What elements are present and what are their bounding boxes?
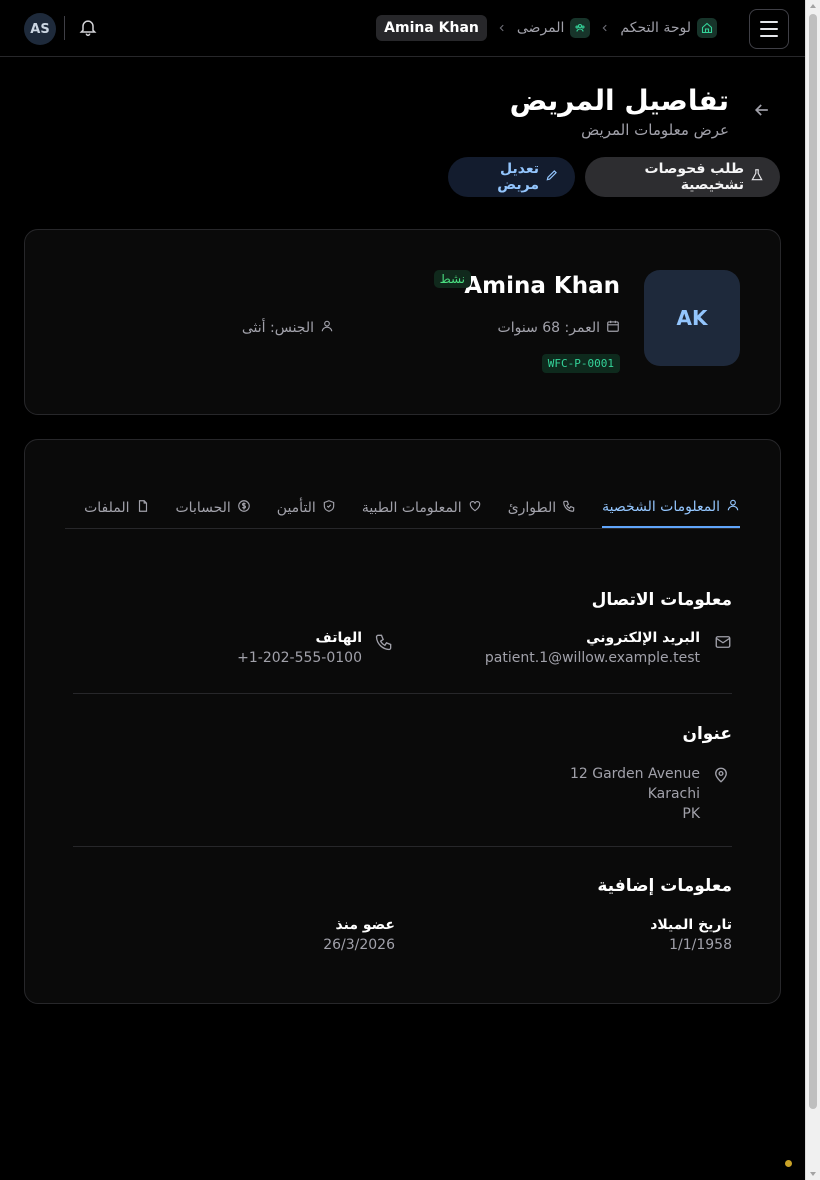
email-value[interactable]: patient.1@willow.example.test [485, 650, 700, 666]
phone-value[interactable]: +1-202-555-0100 [237, 650, 362, 666]
tab-files[interactable]: الملفات [84, 488, 149, 528]
patients-icon [570, 18, 591, 38]
member-since-field: عضو منذ 26/3/2026 [323, 917, 395, 953]
patient-avatar: AK [644, 270, 740, 366]
menu-button[interactable] [749, 9, 789, 49]
patient-id-badge: WFC-P-0001 [541, 354, 620, 373]
shield-check-icon [322, 499, 336, 517]
pencil-icon [545, 168, 559, 186]
email-field: البريد الإلكتروني patient.1@willow.examp… [485, 630, 700, 666]
address-line1: 12 Garden Avenue [569, 766, 700, 782]
chevron-left-icon [600, 23, 610, 33]
patient-gender-text: الجنس: أنثى [241, 320, 314, 336]
breadcrumb-dashboard-label: لوحة التحكم [620, 20, 691, 36]
breadcrumb: لوحة التحكم المرضى Amina Khan [376, 15, 717, 41]
address-country: PK [682, 806, 700, 822]
patient-details-card: المعلومات الشخصية الطوارئ المعلومات الطب… [24, 439, 781, 1004]
dob-value: 1/1/1958 [669, 937, 732, 953]
phone-icon [374, 632, 394, 656]
tab-insurance[interactable]: التأمين [277, 488, 336, 528]
phone-label: الهاتف [315, 630, 362, 646]
mail-icon [714, 633, 732, 655]
file-icon [136, 499, 150, 517]
address-section-title: عنوان [682, 724, 732, 744]
tab-label: الملفات [84, 500, 130, 516]
dob-label: تاريخ الميلاد [650, 917, 732, 933]
tab-accounts[interactable]: الحسابات [176, 488, 251, 528]
chevron-left-icon [497, 23, 507, 33]
patient-name: Amina Khan [464, 273, 620, 299]
tab-label: المعلومات الشخصية [602, 499, 720, 515]
top-bar: لوحة التحكم المرضى Amina Khan AS [0, 0, 805, 57]
scroll-down-icon[interactable] [810, 1172, 816, 1176]
page-subtitle: عرض معلومات المريض [581, 121, 729, 139]
home-icon [697, 18, 717, 38]
map-pin-icon [712, 766, 730, 788]
scrollbar[interactable] [805, 0, 820, 1180]
breadcrumb-current: Amina Khan [376, 15, 487, 41]
email-label: البريد الإلكتروني [586, 630, 700, 646]
patient-gender: الجنس: أنثى [242, 319, 334, 337]
additional-section-title: معلومات إضافية [597, 876, 732, 896]
tab-personal-info[interactable]: المعلومات الشخصية [602, 488, 740, 528]
breadcrumb-patients-label: المرضى [516, 20, 565, 36]
dollar-icon [237, 499, 251, 517]
divider [64, 16, 65, 40]
divider [73, 693, 732, 694]
tab-medical-info[interactable]: المعلومات الطبية [362, 488, 482, 528]
scroll-up-icon[interactable] [810, 4, 816, 8]
tab-label: الحسابات [175, 500, 231, 516]
user-icon [320, 319, 334, 337]
user-avatar[interactable]: AS [24, 13, 56, 45]
member-since-value: 26/3/2026 [323, 937, 395, 953]
request-tests-label: طلب فحوصات تشخيصية [644, 161, 744, 193]
address-city: Karachi [647, 786, 700, 802]
contact-section-title: معلومات الاتصال [591, 590, 732, 610]
flask-icon [750, 168, 764, 186]
bell-icon[interactable] [78, 17, 98, 41]
request-tests-button[interactable]: طلب فحوصات تشخيصية [585, 157, 780, 197]
tab-label: التأمين [276, 500, 316, 516]
tab-label: المعلومات الطبية [361, 500, 462, 516]
user-icon [726, 498, 740, 516]
phone-field: الهاتف +1-202-555-0100 [237, 630, 362, 666]
tab-bar: المعلومات الشخصية الطوارئ المعلومات الطب… [65, 488, 740, 529]
back-arrow-icon[interactable] [752, 100, 772, 124]
member-since-label: عضو منذ [335, 917, 395, 933]
patient-age: العمر: 68 سنوات [498, 319, 620, 337]
edit-patient-label: تعديل مريض [497, 161, 539, 193]
edit-patient-button[interactable]: تعديل مريض [448, 157, 575, 197]
page-title: تفاصيل المريض [509, 84, 729, 117]
address-block: 12 Garden Avenue Karachi PK [570, 764, 700, 824]
phone-icon [562, 499, 576, 517]
status-dot [785, 1160, 792, 1167]
patient-age-text: العمر: 68 سنوات [497, 320, 600, 336]
status-badge: نشط [433, 270, 471, 288]
heart-icon [468, 499, 482, 517]
calendar-icon [606, 319, 620, 337]
tab-label: الطوارئ [507, 500, 557, 516]
breadcrumb-dashboard[interactable]: لوحة التحكم [620, 18, 717, 38]
divider [73, 846, 732, 847]
breadcrumb-patients[interactable]: المرضى [517, 18, 591, 38]
tab-emergency[interactable]: الطوارئ [508, 488, 576, 528]
patient-profile-card: AK Amina Khan نشط العمر: 68 سنوات الجنس:… [24, 229, 781, 415]
scrollbar-thumb[interactable] [809, 14, 817, 1109]
dob-field: تاريخ الميلاد 1/1/1958 [650, 917, 732, 953]
